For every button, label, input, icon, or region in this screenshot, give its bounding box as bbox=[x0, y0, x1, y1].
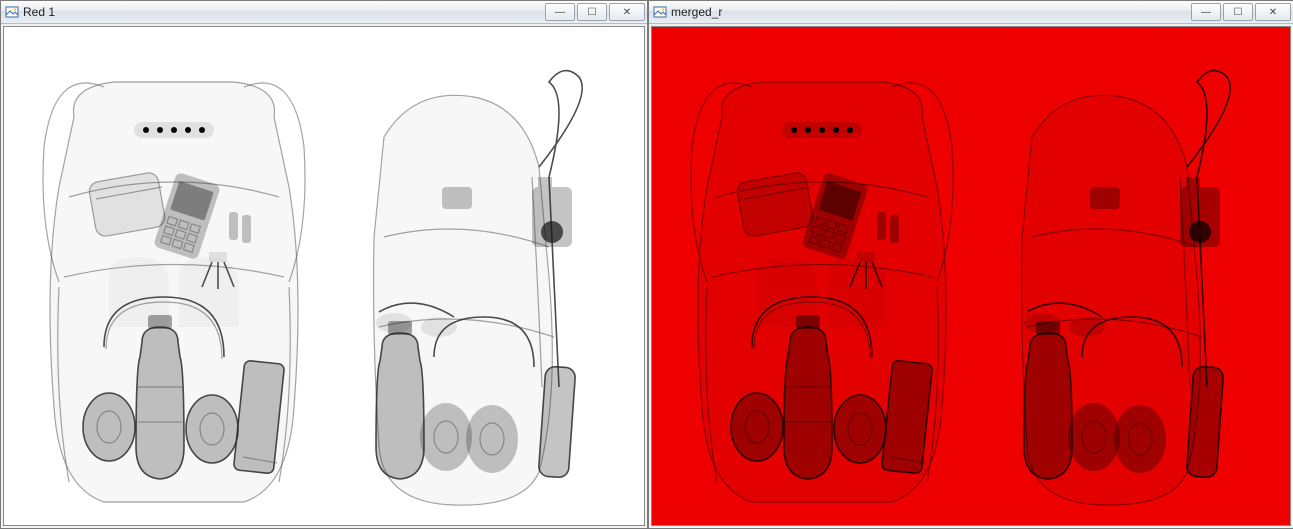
small-pouch bbox=[88, 171, 166, 237]
titlebar[interactable]: Red 1 — ☐ ✕ bbox=[1, 1, 647, 24]
minimize-icon: — bbox=[1201, 7, 1211, 18]
window-title: Red 1 bbox=[23, 5, 541, 19]
window-red-1: Red 1 — ☐ ✕ bbox=[0, 0, 648, 529]
small-pouch bbox=[736, 171, 814, 237]
close-icon: ✕ bbox=[623, 7, 631, 18]
water-bottle-side bbox=[1024, 321, 1072, 479]
camera bbox=[1180, 177, 1220, 247]
water-bottle-side bbox=[376, 321, 424, 479]
image-viewer-icon bbox=[653, 5, 667, 19]
titlebar[interactable]: merged_r — ☐ ✕ bbox=[649, 1, 1293, 24]
maximize-icon: ☐ bbox=[1234, 7, 1243, 18]
minimize-button[interactable]: — bbox=[1191, 3, 1221, 21]
camera bbox=[532, 177, 572, 247]
minimize-button[interactable]: — bbox=[545, 3, 575, 21]
clip bbox=[442, 187, 472, 209]
water-bottle bbox=[136, 315, 184, 479]
image-canvas[interactable] bbox=[651, 26, 1291, 526]
close-button[interactable]: ✕ bbox=[609, 3, 645, 21]
clip bbox=[1090, 187, 1120, 209]
window-controls: — ☐ ✕ bbox=[545, 3, 645, 21]
image-viewer-icon bbox=[5, 5, 19, 19]
image-canvas[interactable] bbox=[3, 26, 645, 526]
close-icon: ✕ bbox=[1269, 7, 1277, 18]
window-controls: — ☐ ✕ bbox=[1191, 3, 1291, 21]
maximize-button[interactable]: ☐ bbox=[1223, 3, 1253, 21]
window-title: merged_r bbox=[671, 5, 1187, 19]
water-bottle bbox=[784, 315, 832, 479]
desktop: Red 1 — ☐ ✕ bbox=[0, 0, 1293, 529]
window-merged-r: merged_r — ☐ ✕ bbox=[648, 0, 1293, 529]
maximize-button[interactable]: ☐ bbox=[577, 3, 607, 21]
maximize-icon: ☐ bbox=[588, 7, 597, 18]
minimize-icon: — bbox=[555, 7, 565, 18]
close-button[interactable]: ✕ bbox=[1255, 3, 1291, 21]
